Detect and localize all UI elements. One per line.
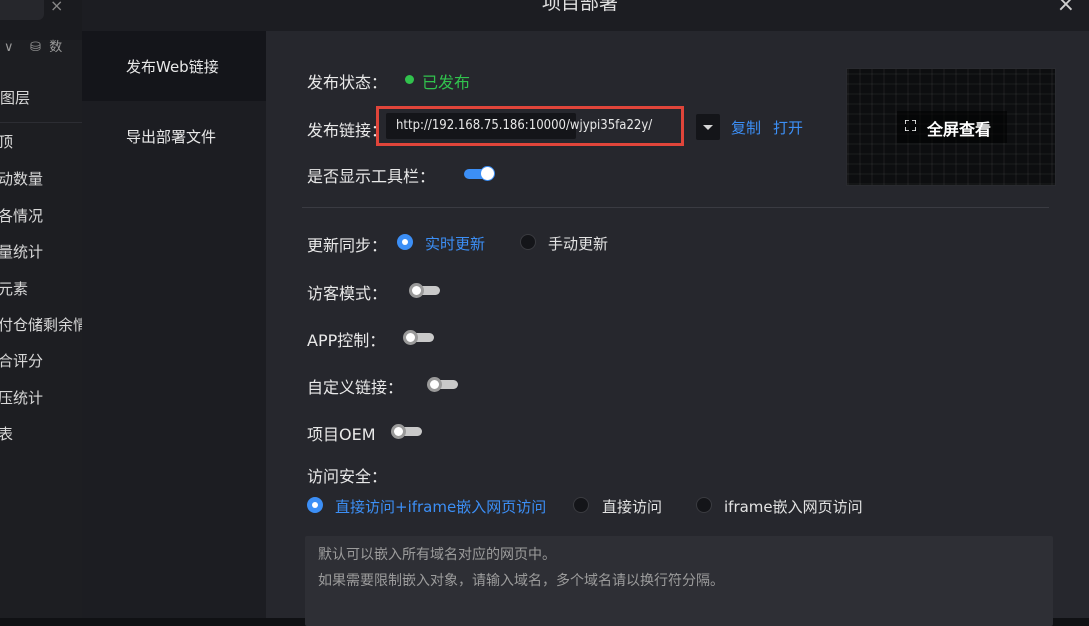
app-control-toggle[interactable]	[403, 330, 434, 345]
show-toolbar-label: 是否显示工具栏：	[307, 167, 436, 186]
sync-realtime-radio[interactable]	[397, 234, 413, 250]
background-close-icon: ×	[50, 0, 64, 15]
background-sidebar: × ∨ ⛁ 数 图层 顶 动数量 各情况 量统计 元素 付仓储剩余情 合评分 压…	[0, 0, 88, 618]
publish-link-label: 发布链接：	[307, 121, 388, 140]
background-layer-item[interactable]: 量统计	[0, 241, 43, 262]
toggle-knob	[391, 424, 406, 439]
custom-link-toggle[interactable]	[427, 377, 458, 392]
sync-manual-radio[interactable]	[520, 234, 536, 250]
fullscreen-view-button[interactable]: 全屏查看	[927, 116, 991, 140]
publish-url-text: http://192.168.75.186:10000/wjypi35fa22y…	[396, 118, 653, 133]
guest-mode-label: 访客模式：	[307, 284, 388, 303]
app-control-label: APP控制：	[307, 331, 386, 350]
background-topbar: ×	[0, 0, 82, 40]
security-both-label[interactable]: 直接访问+iframe嵌入网页访问	[335, 496, 546, 517]
background-layer-item[interactable]: 合评分	[0, 350, 43, 371]
background-layer-item[interactable]: 各情况	[0, 205, 43, 226]
dialog-title: 项目部署	[542, 0, 619, 14]
project-oem-toggle[interactable]	[391, 424, 422, 439]
menu-item-label: 发布Web链接	[126, 58, 219, 76]
textarea-placeholder-line: 默认可以嵌入所有域名对应的网页中。	[318, 547, 556, 563]
background-layer-item[interactable]: 动数量	[0, 168, 43, 189]
security-direct-label[interactable]: 直接访问	[602, 496, 662, 517]
custom-link-label: 自定义链接：	[307, 378, 404, 397]
background-layers-title: 图层	[0, 89, 31, 107]
publish-status-label: 发布状态：	[307, 73, 388, 92]
show-toolbar-toggle[interactable]	[464, 166, 495, 181]
security-iframe-radio[interactable]	[696, 497, 712, 513]
deploy-dialog: 项目部署 × 发布Web链接 导出部署文件 发布状态： 已发布 发布链接： ht…	[82, 0, 1089, 626]
preview-thumbnail[interactable]: 全屏查看	[846, 68, 1056, 186]
toggle-knob	[403, 330, 418, 345]
background-layer-item[interactable]: 压统计	[0, 387, 43, 408]
background-divider	[0, 122, 82, 123]
sync-manual-label[interactable]: 手动更新	[548, 233, 608, 254]
url-dropdown-button[interactable]	[696, 114, 720, 140]
background-toolbar: ∨ ⛁ 数	[4, 36, 62, 55]
toggle-knob	[480, 166, 495, 181]
toggle-knob	[409, 283, 424, 298]
security-direct-radio[interactable]	[573, 497, 589, 513]
background-layer-item[interactable]: 付仓储剩余情	[0, 314, 88, 335]
background-tab	[0, 0, 44, 20]
menu-item-publish-web-link[interactable]: 发布Web链接	[82, 31, 266, 101]
guest-mode-toggle[interactable]	[409, 283, 440, 298]
access-security-label: 访问安全：	[307, 467, 388, 486]
status-dot-icon	[405, 75, 414, 84]
background-layer-item[interactable]: 元素	[0, 278, 28, 299]
copy-link-button[interactable]: 复制	[731, 117, 761, 138]
background-layer-item[interactable]: 顶	[0, 131, 13, 152]
database-icon: ⛁	[30, 40, 41, 55]
menu-item-label: 导出部署文件	[126, 128, 217, 146]
dialog-content: 发布状态： 已发布 发布链接： http://192.168.75.186:10…	[266, 31, 1089, 626]
section-divider	[302, 207, 1049, 208]
toggle-knob	[427, 377, 442, 392]
publish-url-field[interactable]: http://192.168.75.186:10000/wjypi35fa22y…	[386, 113, 652, 139]
close-icon[interactable]: ×	[1057, 0, 1075, 17]
background-layer-item[interactable]: 表	[0, 423, 13, 444]
background-data-label: 数	[49, 40, 63, 55]
dialog-side-menu: 发布Web链接 导出部署文件	[82, 31, 266, 618]
sync-label: 更新同步：	[307, 236, 388, 255]
open-link-button[interactable]: 打开	[773, 117, 803, 138]
project-oem-label: 项目OEM	[307, 425, 376, 444]
security-both-radio[interactable]	[307, 497, 323, 513]
expand-icon	[905, 120, 916, 131]
security-iframe-label[interactable]: iframe嵌入网页访问	[724, 496, 863, 517]
chevron-down-icon: ∨	[4, 40, 14, 55]
menu-item-export-deploy-file[interactable]: 导出部署文件	[82, 101, 266, 171]
publish-status-value: 已发布	[422, 73, 471, 92]
textarea-placeholder-line: 如果需要限制嵌入对象，请输入域名，多个域名请以换行符分隔。	[318, 573, 724, 589]
allowed-domains-textarea[interactable]: 默认可以嵌入所有域名对应的网页中。 如果需要限制嵌入对象，请输入域名，多个域名请…	[305, 536, 1053, 626]
sync-realtime-label[interactable]: 实时更新	[425, 233, 485, 254]
dialog-header: 项目部署 ×	[82, 0, 1089, 31]
